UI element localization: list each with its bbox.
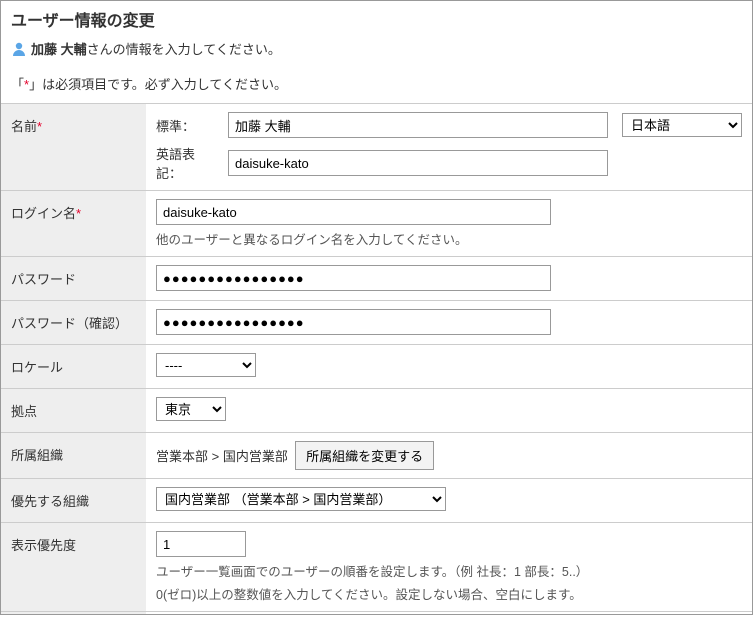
password-input[interactable]: [156, 265, 551, 291]
login-hint: 他のユーザーと異なるログイン名を入力してください。: [156, 229, 742, 248]
label-priority: 表示優先度: [1, 523, 146, 612]
base-select[interactable]: 東京: [156, 397, 226, 421]
label-password: パスワード: [1, 257, 146, 301]
user-icon: [11, 41, 27, 57]
login-input[interactable]: [156, 199, 551, 225]
priority-hint1: ユーザー一覧画面でのユーザーの順番を設定します。（例 社長：1 部長：5..）: [156, 561, 742, 580]
label-primary-org: 優先する組織: [1, 479, 146, 523]
form-table: 名前* 標準： 日本語 英語表記： ログイン名* 他のユーザーと異なるログイン名…: [1, 103, 752, 615]
org-path: 営業本部 > 国内営業部: [156, 449, 288, 464]
page-title: ユーザー情報の変更: [11, 7, 742, 31]
label-standard: 標準：: [156, 116, 220, 135]
change-org-button[interactable]: 所属組織を変更する: [295, 441, 434, 470]
primary-org-select[interactable]: 国内営業部 （営業本部 > 国内営業部）: [156, 487, 446, 511]
password-confirm-input[interactable]: [156, 309, 551, 335]
priority-input[interactable]: [156, 531, 246, 557]
label-org: 所属組織: [1, 433, 146, 479]
name-standard-input[interactable]: [228, 112, 608, 138]
language-select[interactable]: 日本語: [622, 113, 742, 137]
locale-select[interactable]: ----: [156, 353, 256, 377]
label-login: ログイン名*: [1, 191, 146, 257]
subtitle-user: 加藤 大輔: [31, 39, 87, 58]
name-english-input[interactable]: [228, 150, 608, 176]
subtitle-rest: さんの情報を入力してください。: [87, 39, 281, 58]
label-english: 英語表記：: [156, 144, 220, 182]
label-password-confirm: パスワード（確認）: [1, 301, 146, 345]
label-base: 拠点: [1, 389, 146, 433]
label-name: 名前*: [1, 104, 146, 191]
label-stop: 使用の停止: [1, 612, 146, 616]
required-note: 「*」は必須項目です。必ず入力してください。: [1, 66, 752, 103]
priority-hint2: 0(ゼロ)以上の整数値を入力してください。設定しない場合、空白にします。: [156, 584, 742, 603]
label-locale: ロケール: [1, 345, 146, 389]
